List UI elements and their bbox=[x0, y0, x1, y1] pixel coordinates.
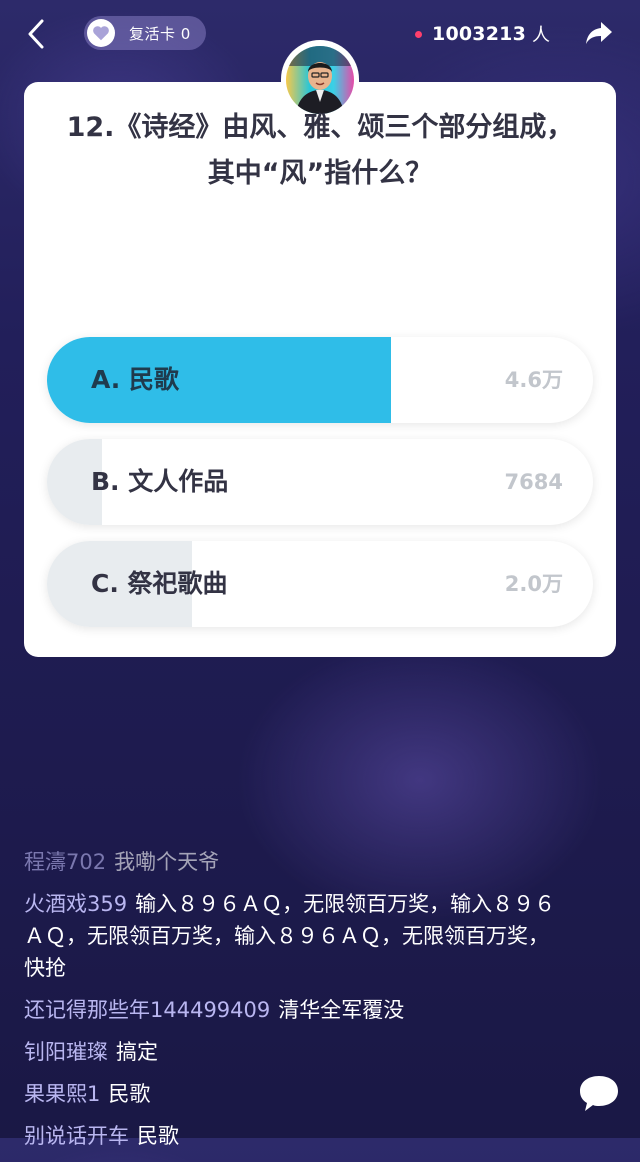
comment-user[interactable]: 别说话开车 bbox=[24, 1124, 129, 1148]
comment-user[interactable]: 钊阳璀璨 bbox=[24, 1040, 108, 1064]
option-a-count: 4.6万 bbox=[504, 368, 563, 392]
option-c-label: C. 祭祀歌曲 bbox=[91, 569, 228, 598]
live-dot-icon bbox=[415, 30, 423, 38]
option-b[interactable]: B. 文人作品 7684 bbox=[47, 439, 593, 525]
viewer-count-unit: 人 bbox=[532, 25, 550, 46]
viewer-count: 1003213 人 bbox=[415, 20, 550, 48]
chat-button[interactable] bbox=[576, 1070, 622, 1116]
option-a-label: A. 民歌 bbox=[91, 365, 180, 394]
comment-user[interactable]: 果果熙1 bbox=[24, 1082, 100, 1106]
comment-text: 清华全军覆没 bbox=[278, 998, 405, 1022]
option-c-count: 2.0万 bbox=[504, 572, 563, 596]
comment-item: 火酒戏359 输入８９６ＡＱ，无限领百万奖，输入８９６ＡＱ，无限领百万奖，输入８９… bbox=[24, 888, 564, 984]
comment-text: 我嘞个天爷 bbox=[114, 850, 220, 874]
heart-icon bbox=[87, 19, 115, 47]
comment-item: 别说话开车 民歌 bbox=[24, 1120, 564, 1152]
comment-user[interactable]: 火酒戏359 bbox=[24, 892, 127, 916]
comment-text: 民歌 bbox=[108, 1082, 151, 1106]
share-icon bbox=[586, 22, 612, 44]
revive-card-badge[interactable]: 复活卡 0 bbox=[84, 16, 206, 50]
option-c[interactable]: C. 祭祀歌曲 2.0万 bbox=[47, 541, 593, 627]
comment-text: 搞定 bbox=[116, 1040, 158, 1064]
chevron-left-icon bbox=[28, 19, 44, 49]
comment-item: 钊阳璀璨 搞定 bbox=[24, 1036, 564, 1068]
comment-item: 果果熙1 民歌 bbox=[24, 1078, 564, 1110]
comment-text: 民歌 bbox=[137, 1124, 179, 1148]
comment-user[interactable]: 还记得那些年144499409 bbox=[24, 998, 270, 1022]
comment-list: 程濤702 我嘞个天爷 火酒戏359 输入８９６ＡＱ，无限领百万奖，输入８９６ＡＱ，… bbox=[24, 846, 564, 1162]
comment-item: 还记得那些年144499409 清华全军覆没 bbox=[24, 994, 564, 1026]
option-a[interactable]: A. 民歌 4.6万 bbox=[47, 337, 593, 423]
option-b-label: B. 文人作品 bbox=[91, 467, 229, 496]
host-avatar bbox=[286, 46, 354, 114]
viewer-count-number: 1003213 bbox=[432, 23, 526, 45]
chat-bubble-icon bbox=[580, 1076, 618, 1111]
revive-card-label: 复活卡 0 bbox=[129, 24, 191, 43]
back-button[interactable] bbox=[18, 14, 54, 54]
option-b-count: 7684 bbox=[504, 470, 563, 494]
comment-user[interactable]: 程濤702 bbox=[24, 850, 106, 874]
share-button[interactable] bbox=[582, 16, 616, 50]
question-text: 12.《诗经》由风、雅、颂三个部分组成，其中“风”指什么？ bbox=[66, 112, 574, 189]
comment-item: 程濤702 我嘞个天爷 bbox=[24, 846, 564, 878]
